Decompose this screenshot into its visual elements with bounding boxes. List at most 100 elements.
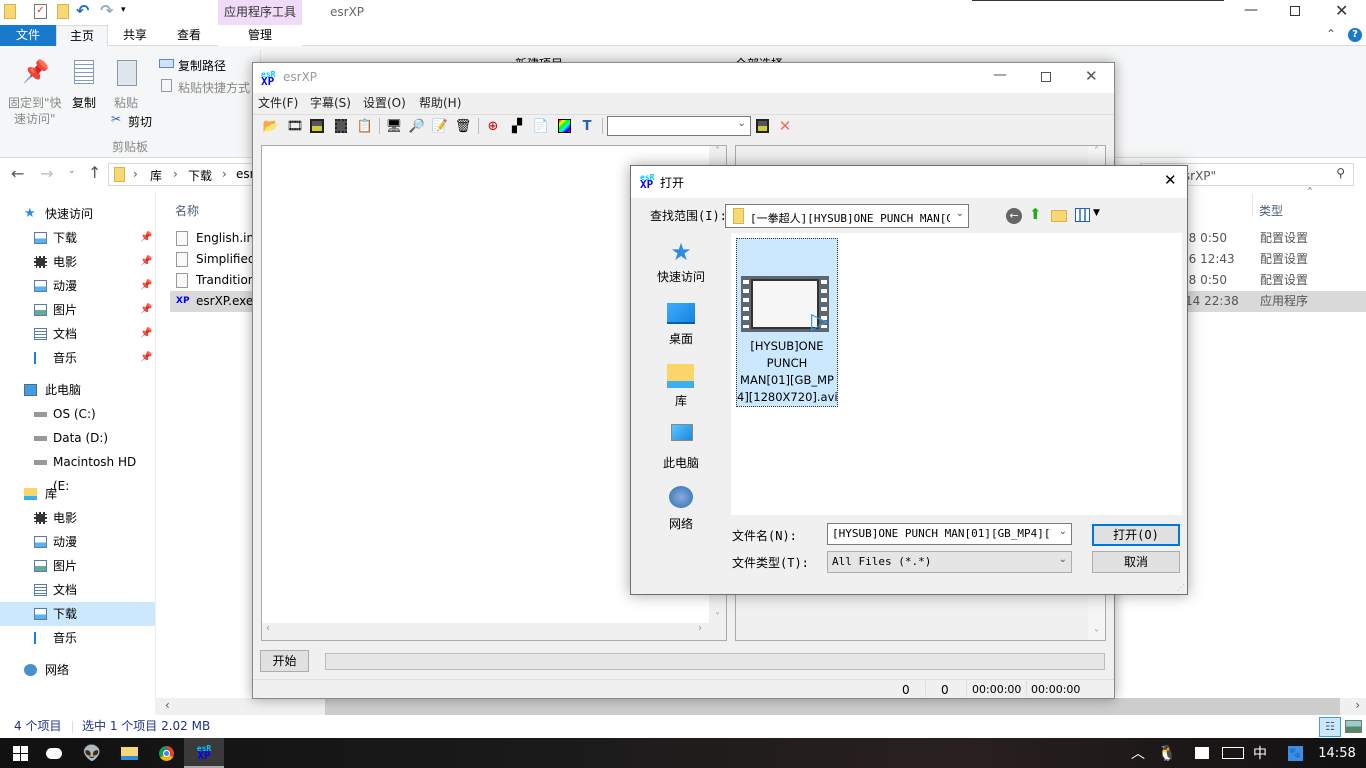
up-button[interactable]: ↑ <box>88 163 101 182</box>
save-icon[interactable] <box>752 116 772 136</box>
text-file-icon[interactable]: 📄 <box>531 116 551 136</box>
tab-home[interactable]: 主页 <box>56 25 108 47</box>
crop-icon[interactable]: ▞ <box>507 116 527 136</box>
maximize-button[interactable] <box>1041 72 1051 82</box>
zoom-in-icon[interactable]: ⊕ <box>483 116 503 136</box>
back-button[interactable]: ← <box>11 164 24 183</box>
help-icon[interactable]: ? <box>1348 28 1362 42</box>
nav-item-13[interactable]: 动漫 <box>0 530 156 554</box>
collapse-ribbon-icon[interactable]: ⌃ <box>1326 27 1336 41</box>
cancel-button[interactable]: 取消 <box>1092 551 1180 573</box>
nav-item-15[interactable]: 文档 <box>0 578 156 602</box>
chevron-down-icon[interactable]: ▼ <box>1093 208 1100 218</box>
open-folder-icon[interactable]: 📂 <box>261 116 281 136</box>
scrollbar-thumb[interactable] <box>325 698 1340 715</box>
esrxp-taskbar-icon[interactable]: esR XP <box>184 738 224 768</box>
nav-item-18[interactable]: 网络 <box>0 658 156 682</box>
menu-subtitle[interactable]: 字幕(S) <box>310 94 351 111</box>
tab-manage[interactable]: 管理 <box>218 25 302 46</box>
save-as-icon[interactable] <box>331 116 351 136</box>
file-item[interactable]: ▷ [HYSUB]ONE PUNCH MAN[01][GB_MP 4][1280… <box>736 238 838 407</box>
redo-icon[interactable]: ↷ <box>100 1 113 20</box>
nav-item-8[interactable]: OS (C:) <box>0 402 156 426</box>
app-alien-icon[interactable]: 👽 <box>72 738 112 768</box>
column-header-type[interactable]: 类型 <box>1259 202 1283 219</box>
nav-item-17[interactable]: 音乐 <box>0 626 156 650</box>
maximize-button[interactable] <box>1290 6 1300 16</box>
cut-button[interactable]: 剪切 <box>128 113 152 130</box>
nav-item-9[interactable]: Data (D:) <box>0 426 156 450</box>
place-quick-access[interactable]: 快速访问 <box>639 268 723 285</box>
close-button[interactable]: ✕ <box>1164 171 1177 189</box>
details-view-button[interactable]: ☷ <box>1319 717 1341 737</box>
filename-input[interactable]: [HYSUB]ONE PUNCH MAN[01][GB_MP4][1280 ⌄ <box>827 523 1072 545</box>
color-palette-icon[interactable] <box>554 116 574 136</box>
nav-item-1[interactable]: 下载 📌 <box>0 226 156 250</box>
minimize-button[interactable]: — <box>1244 2 1258 18</box>
tab-view[interactable]: 查看 <box>162 25 216 46</box>
preview-icon[interactable]: 🖥 <box>384 116 404 136</box>
nav-item-10[interactable]: Macintosh HD (E: <box>0 450 156 493</box>
undo-icon[interactable]: ↶ <box>76 1 89 20</box>
pin-quick-access-label-1[interactable]: 固定到"快 <box>8 94 62 111</box>
video-file-icon[interactable]: 🎞 <box>285 116 305 136</box>
copy-path-button[interactable]: 复制路径 <box>178 57 226 74</box>
font-icon[interactable]: T <box>577 116 597 136</box>
nav-item-3[interactable]: 动漫 📌 <box>0 274 156 298</box>
place-desktop[interactable]: 桌面 <box>639 330 723 347</box>
new-folder-icon[interactable] <box>57 4 69 19</box>
pin-quick-access-label-2[interactable]: 速访问" <box>14 110 56 127</box>
copy-button[interactable]: 复制 <box>72 94 96 111</box>
resize-grip-icon[interactable]: ⋰ <box>1177 583 1185 592</box>
breadcrumb-downloads[interactable]: 下载 <box>188 167 212 184</box>
close-button[interactable]: ✕ <box>1085 67 1098 85</box>
nav-item-5[interactable]: 文档 📌 <box>0 322 156 346</box>
paste-shortcut-button[interactable]: 粘贴快捷方式 <box>178 79 250 96</box>
up-folder-button[interactable]: ⬆ <box>1029 205 1042 223</box>
pin-icon[interactable]: 📌 <box>140 322 152 346</box>
delete-icon[interactable]: 🗑 <box>453 116 473 136</box>
scroll-right-icon[interactable]: › <box>1355 698 1360 712</box>
cortana-icon[interactable] <box>34 738 74 768</box>
chevron-down-icon[interactable]: ⌄ <box>1059 526 1067 537</box>
pin-icon[interactable]: 📌 <box>140 346 152 370</box>
pin-icon[interactable]: 📌 <box>140 298 152 322</box>
address-bar[interactable]: › 库 › 下载 › esr <box>108 163 258 186</box>
nav-item-2[interactable]: 电影 📌 <box>0 250 156 274</box>
menu-file[interactable]: 文件(F) <box>258 94 298 111</box>
horizontal-scrollbar[interactable]: ‹ › <box>155 698 1366 715</box>
nav-item-16[interactable]: 下载 <box>0 602 156 626</box>
nav-item-0[interactable]: ★ 快速访问 <box>0 202 156 226</box>
tab-file[interactable]: 文件 <box>0 25 56 46</box>
nav-item-14[interactable]: 图片 <box>0 554 156 578</box>
pin-icon[interactable]: 📌 <box>140 250 152 274</box>
forward-button[interactable]: → <box>40 164 53 183</box>
paste-button[interactable]: 粘贴 <box>114 94 138 111</box>
nav-item-7[interactable]: 此电脑 <box>0 378 156 402</box>
nav-item-12[interactable]: 电影 <box>0 506 156 530</box>
pin-icon[interactable]: 📌 <box>140 226 152 250</box>
nav-item-4[interactable]: 图片 📌 <box>0 298 156 322</box>
customize-qat-icon[interactable]: ▾ <box>121 5 126 15</box>
place-library[interactable]: 库 <box>639 392 723 409</box>
tab-share[interactable]: 共享 <box>108 25 162 46</box>
properties-icon[interactable]: ✓ <box>34 4 47 19</box>
look-in-select[interactable]: [一拳超人][HYSUB]ONE PUNCH MAN[GB_MP ⌄ <box>725 204 969 228</box>
view-menu-button[interactable] <box>1075 208 1090 222</box>
remove-icon[interactable]: ✕ <box>775 116 795 136</box>
close-button[interactable]: ✕ <box>1335 1 1348 20</box>
pin-icon[interactable]: 📌 <box>140 274 152 298</box>
chrome-taskbar-icon[interactable] <box>146 738 186 768</box>
clock[interactable]: 14:58 <box>1311 738 1363 768</box>
search-icon[interactable]: ⚲ <box>1336 166 1345 180</box>
minimize-button[interactable]: — <box>993 67 1007 83</box>
start-button[interactable]: 开始 <box>260 650 309 672</box>
properties-icon[interactable]: 📋 <box>355 116 375 136</box>
breadcrumb-library[interactable]: 库 <box>150 167 162 184</box>
new-folder-button[interactable] <box>1051 210 1067 222</box>
horizontal-scrollbar[interactable]: ‹ › <box>262 623 726 640</box>
ime-indicator[interactable]: 中 <box>1240 738 1280 768</box>
baidu-icon[interactable]: 🐾 <box>1275 738 1315 768</box>
filetype-select[interactable]: All Files (*.*) ⌄ <box>827 551 1072 573</box>
menu-settings[interactable]: 设置(O) <box>363 94 406 111</box>
